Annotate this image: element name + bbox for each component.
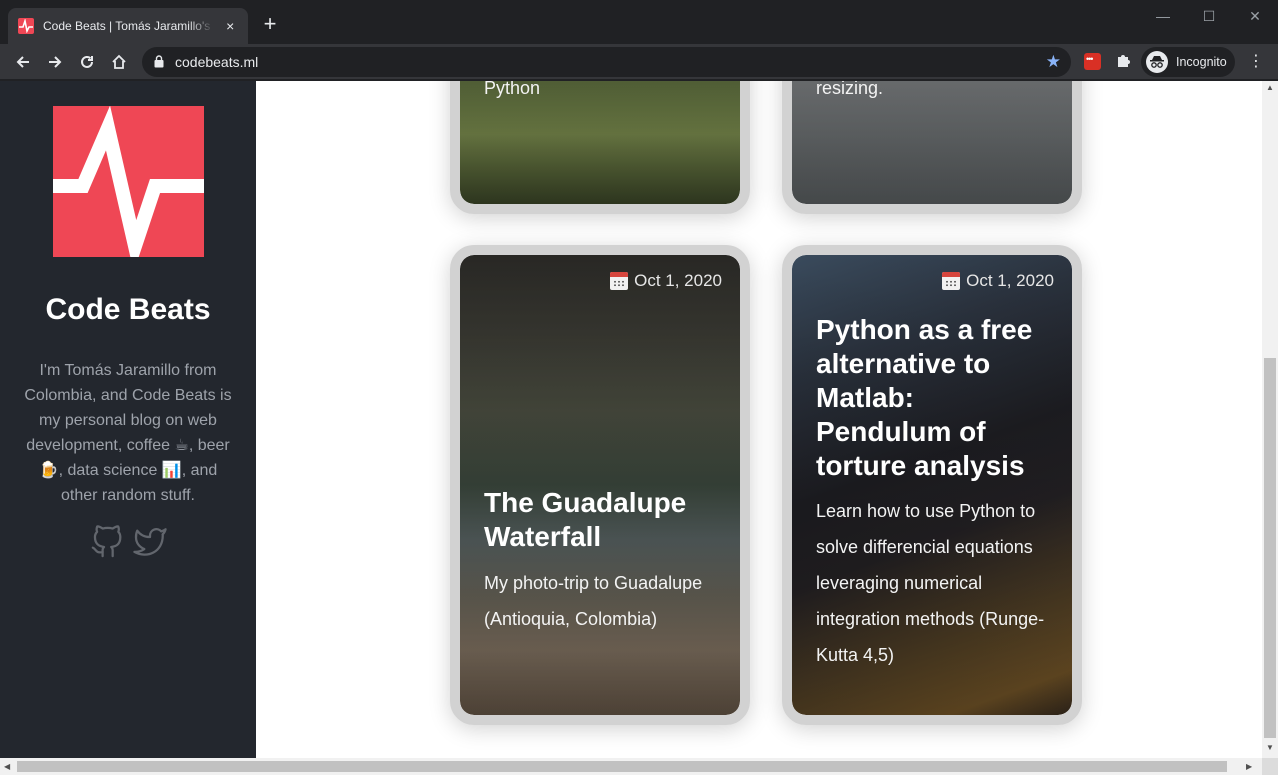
- sidebar: Code Beats I'm Tomás Jaramillo from Colo…: [0, 81, 256, 758]
- back-button[interactable]: [9, 48, 37, 76]
- horizontal-scroll-thumb[interactable]: [17, 761, 1227, 772]
- address-bar[interactable]: codebeats.ml ★: [142, 47, 1071, 77]
- horizontal-scrollbar[interactable]: ◀ ▶: [0, 758, 1262, 775]
- incognito-icon: [1146, 51, 1168, 73]
- lock-icon: [154, 55, 164, 73]
- post-card[interactable]: files through HTTP using Python: [450, 81, 750, 214]
- incognito-label: Incognito: [1176, 55, 1227, 69]
- forward-button[interactable]: [41, 48, 69, 76]
- reload-icon: [81, 55, 93, 68]
- post-card[interactable]: Oct 1, 2020 Python as a free alternative…: [782, 245, 1082, 725]
- social-links: [90, 525, 168, 564]
- browser-menu-icon[interactable]: ⋮: [1246, 52, 1266, 72]
- site-title[interactable]: Code Beats: [0, 293, 256, 327]
- home-button[interactable]: [105, 48, 133, 76]
- forward-arrow-icon: [49, 56, 62, 68]
- scroll-right-arrow-icon[interactable]: ▶: [1246, 762, 1252, 771]
- twitter-icon[interactable]: [132, 525, 168, 564]
- post-excerpt: Learn how to use Python to solve differe…: [816, 501, 1045, 665]
- close-window-button[interactable]: ✕: [1232, 4, 1278, 28]
- url-text: codebeats.ml: [175, 54, 259, 70]
- vertical-scrollbar[interactable]: ▲ ▼: [1262, 81, 1278, 758]
- page-viewport: Code Beats I'm Tomás Jaramillo from Colo…: [0, 81, 1262, 758]
- browser-titlebar: Code Beats | Tomás Jaramillo's blog × + …: [0, 0, 1278, 44]
- post-date: Oct 1, 2020: [942, 271, 1054, 291]
- new-tab-button[interactable]: +: [258, 12, 282, 36]
- site-logo[interactable]: [53, 105, 204, 272]
- scroll-down-arrow-icon[interactable]: ▼: [1266, 743, 1274, 752]
- post-card[interactable]: Oct 1, 2020 The Guadalupe Waterfall My p…: [450, 245, 750, 725]
- scrollbar-corner: [1262, 758, 1278, 775]
- browser-toolbar: codebeats.ml ★ Incognito ⋮: [0, 44, 1278, 80]
- post-card-image: PHP Class to perform image resizing.: [792, 81, 1072, 204]
- post-date-text: Oct 1, 2020: [634, 271, 722, 290]
- post-excerpt: files through HTTP using Python: [484, 81, 541, 98]
- reload-button[interactable]: [73, 48, 101, 76]
- post-title[interactable]: Python as a free alternative to Matlab: …: [816, 313, 1056, 483]
- bookmark-star-icon[interactable]: ★: [1046, 52, 1061, 72]
- vertical-scroll-thumb[interactable]: [1264, 358, 1276, 738]
- post-date-text: Oct 1, 2020: [966, 271, 1054, 290]
- scroll-up-arrow-icon[interactable]: ▲: [1266, 83, 1274, 92]
- extensions-puzzle-icon[interactable]: [1115, 52, 1133, 75]
- github-icon[interactable]: [90, 525, 124, 564]
- post-card-image: files through HTTP using Python: [460, 81, 740, 204]
- browser-tab[interactable]: Code Beats | Tomás Jaramillo's blog ×: [8, 8, 248, 44]
- tab-close-icon[interactable]: ×: [222, 18, 238, 34]
- post-excerpt: My photo-trip to Guadalupe (Antioquia, C…: [484, 573, 703, 629]
- site-description: I'm Tomás Jaramillo from Colombia, and C…: [24, 362, 232, 504]
- post-card-image: Oct 1, 2020 Python as a free alternative…: [792, 255, 1072, 715]
- favicon-icon: [18, 18, 34, 34]
- calendar-icon: [610, 272, 629, 290]
- home-icon: [112, 54, 126, 69]
- incognito-profile-button[interactable]: Incognito: [1141, 47, 1235, 77]
- minimize-button[interactable]: —: [1140, 4, 1186, 28]
- maximize-button[interactable]: ☐: [1186, 4, 1232, 28]
- calendar-icon: [942, 272, 961, 290]
- back-arrow-icon: [16, 56, 29, 68]
- post-card[interactable]: PHP Class to perform image resizing.: [782, 81, 1082, 214]
- tab-title: Code Beats | Tomás Jaramillo's blog: [43, 19, 214, 33]
- post-card-image: Oct 1, 2020 The Guadalupe Waterfall My p…: [460, 255, 740, 715]
- scroll-left-arrow-icon[interactable]: ◀: [4, 762, 10, 771]
- main-content: files through HTTP using Python PHP Clas…: [256, 81, 1262, 758]
- post-excerpt: PHP Class to perform image resizing.: [816, 81, 884, 98]
- post-title[interactable]: The Guadalupe Waterfall: [484, 486, 724, 554]
- post-date: Oct 1, 2020: [610, 271, 722, 291]
- extension-icon[interactable]: [1084, 53, 1101, 70]
